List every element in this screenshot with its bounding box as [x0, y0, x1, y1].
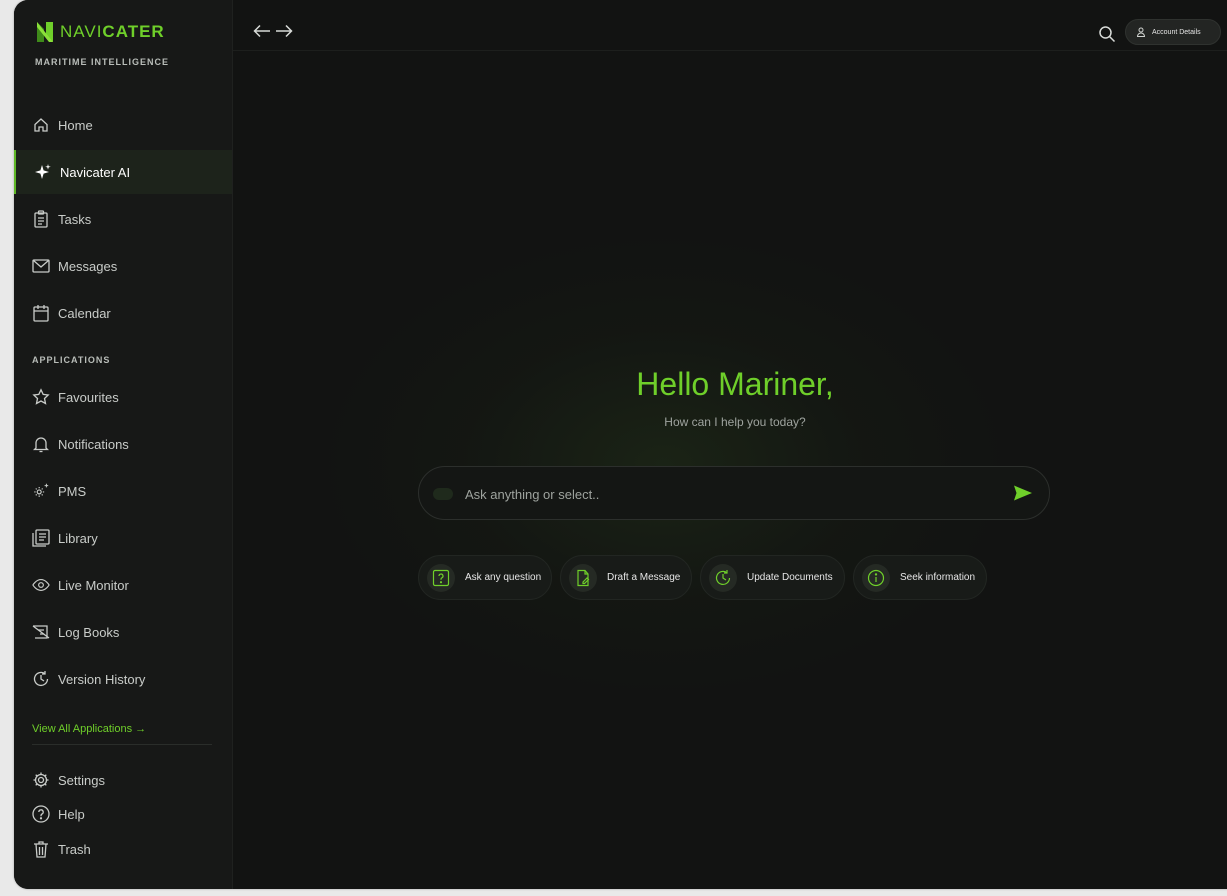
sidebar-item-tasks[interactable]: Tasks [14, 197, 232, 241]
view-all-applications-link[interactable]: View All Applications → [32, 723, 146, 735]
star-icon [32, 388, 50, 406]
sidebar-item-label: Favourites [58, 389, 119, 405]
sidebar-item-label: Version History [58, 671, 146, 687]
account-details-button[interactable]: Account Details [1125, 19, 1221, 45]
sidebar-item-navicater-ai[interactable]: Navicater AI [14, 150, 232, 194]
sidebar-item-label: Navicater AI [60, 164, 131, 180]
gear-sparkle-icon [32, 482, 50, 500]
forward-arrow-icon[interactable] [275, 24, 293, 38]
sidebar-item-favourites[interactable]: Favourites [14, 375, 232, 419]
brand-logo[interactable]: NAVICATER [36, 20, 165, 44]
clipboard-icon [32, 210, 50, 228]
sidebar-item-label: Library [58, 530, 98, 546]
send-icon[interactable] [1013, 484, 1033, 502]
chip-label: Ask any question [465, 572, 542, 583]
chip-label: Update Documents [747, 572, 833, 583]
sidebar-item-label: Settings [58, 772, 105, 788]
bell-icon [32, 435, 50, 453]
sidebar-item-trash[interactable]: Trash [14, 827, 232, 871]
sidebar-item-label: Messages [58, 258, 118, 274]
back-arrow-icon[interactable] [253, 24, 271, 38]
sidebar-item-pms[interactable]: PMS [14, 469, 232, 513]
sidebar-item-label: Trash [58, 841, 91, 857]
sidebar-item-label: Live Monitor [58, 577, 129, 593]
chip-update-documents[interactable]: Update Documents [700, 555, 845, 600]
sidebar-item-home[interactable]: Home [14, 103, 232, 147]
calendar-icon [32, 304, 50, 322]
info-icon [862, 563, 890, 592]
app-window: NAVICATER MARITIME INTELLIGENCE Home Nav… [14, 0, 1227, 889]
history-navigation [253, 24, 293, 38]
sparkle-icon [34, 163, 52, 181]
sidebar-item-version-history[interactable]: Version History [14, 657, 232, 701]
brand-tagline: MARITIME INTELLIGENCE [35, 57, 169, 67]
home-icon [32, 116, 50, 134]
sidebar-item-live-monitor[interactable]: Live Monitor [14, 563, 232, 607]
trash-icon [32, 840, 50, 858]
update-icon [709, 563, 737, 592]
sidebar-item-calendar[interactable]: Calendar [14, 291, 232, 335]
account-details-label: Account Details [1152, 28, 1201, 36]
greeting-subtitle: How can I help you today? [664, 415, 806, 429]
draft-icon [569, 563, 597, 592]
section-label-applications: APPLICATIONS [32, 355, 111, 365]
logbook-icon [32, 623, 50, 641]
sidebar-item-library[interactable]: Library [14, 516, 232, 560]
sidebar-item-label: Tasks [58, 211, 92, 227]
sidebar-item-notifications[interactable]: Notifications [14, 422, 232, 466]
chat-input[interactable] [463, 481, 1007, 507]
sidebar-item-label: Help [58, 806, 85, 822]
chip-draft-message[interactable]: Draft a Message [560, 555, 692, 600]
eye-icon [32, 576, 50, 594]
chip-seek-information[interactable]: Seek information [853, 555, 987, 600]
sidebar-item-label: Home [58, 117, 93, 133]
sidebar-item-label: PMS [58, 483, 87, 499]
chip-label: Seek information [900, 572, 976, 583]
gear-icon [32, 771, 50, 789]
question-icon [427, 563, 455, 592]
sidebar-item-log-books[interactable]: Log Books [14, 610, 232, 654]
top-bar: Account Details [233, 0, 1227, 51]
user-icon [1137, 27, 1145, 37]
mode-toggle-icon[interactable] [433, 488, 453, 500]
history-icon [32, 670, 50, 688]
brand-name: NAVICATER [60, 22, 165, 42]
search-icon[interactable] [1098, 25, 1116, 43]
sidebar-item-label: Log Books [58, 624, 120, 640]
sidebar-item-label: Notifications [58, 436, 129, 452]
chat-input-box[interactable] [418, 466, 1050, 520]
chip-label: Draft a Message [607, 572, 681, 583]
sidebar-divider [32, 744, 212, 745]
mail-icon [32, 257, 50, 275]
logo-icon [37, 22, 53, 42]
sidebar-item-messages[interactable]: Messages [14, 244, 232, 288]
brand-name-part1: NAVI [60, 22, 103, 41]
sidebar-item-label: Calendar [58, 305, 111, 321]
background-glow [314, 230, 1014, 700]
chip-ask-question[interactable]: Ask any question [418, 555, 552, 600]
help-icon [32, 805, 50, 823]
library-icon [32, 529, 50, 547]
greeting-heading: Hello Mariner, [636, 366, 834, 402]
sidebar: NAVICATER MARITIME INTELLIGENCE Home Nav… [14, 0, 233, 889]
brand-name-part2: CATER [102, 22, 165, 41]
